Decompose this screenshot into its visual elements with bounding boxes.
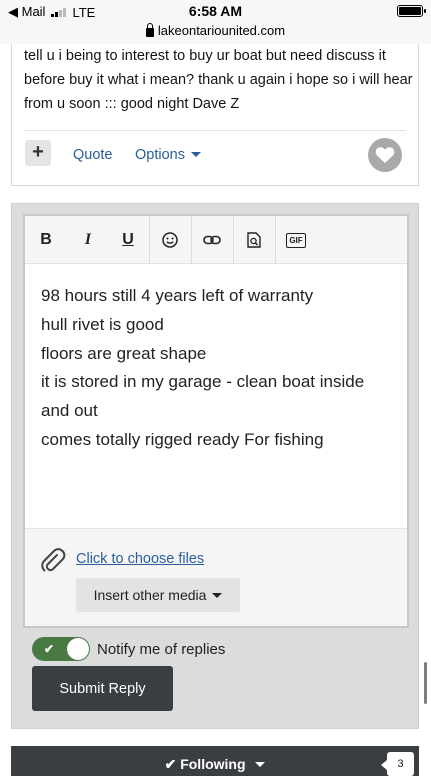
choose-files-link[interactable]: Click to choose files — [76, 551, 204, 567]
post-body: tell u i being to interest to buy ur boa… — [24, 48, 413, 112]
url-text: lakeontariounited.com — [157, 23, 286, 38]
forum-post: tell u i being to interest to buy ur boa… — [11, 44, 419, 186]
toolbar-divider — [149, 216, 150, 264]
like-button[interactable] — [368, 138, 402, 172]
chevron-down-icon — [255, 762, 266, 767]
gif-icon: GIF — [286, 232, 306, 248]
attachment-area: Click to choose files Insert other media — [25, 528, 407, 626]
bold-button[interactable]: B — [35, 216, 57, 264]
submit-reply-button[interactable]: Submit Reply — [32, 666, 173, 711]
following-button[interactable]: ✔ Following — [11, 756, 419, 773]
toggle-knob — [67, 638, 89, 660]
lock-icon — [145, 22, 154, 37]
options-button[interactable]: Options — [135, 147, 201, 163]
preview-icon — [247, 232, 261, 248]
link-button[interactable] — [201, 216, 223, 264]
toolbar-divider — [275, 216, 276, 264]
text-line: hull rivet is good — [41, 314, 164, 334]
options-label: Options — [135, 147, 185, 163]
toolbar-divider — [233, 216, 234, 264]
notify-toggle-row: ✔ Notify me of replies — [32, 637, 225, 661]
multiquote-button[interactable]: + — [25, 140, 51, 166]
smiley-icon — [162, 232, 178, 248]
paperclip-icon — [41, 548, 66, 572]
toolbar-divider — [191, 216, 192, 264]
check-icon: ✔ — [44, 642, 55, 656]
scrollbar[interactable] — [424, 662, 427, 704]
status-bar: ◀ Mail LTE 6:58 AM lakeontariounited.com — [0, 0, 431, 44]
text-line: 98 hours still 4 years left of warranty — [41, 286, 314, 305]
battery-icon — [397, 5, 426, 17]
preview-button[interactable] — [243, 216, 265, 264]
reply-textarea[interactable]: 98 hours still 4 years left of warranty … — [41, 282, 391, 455]
address-bar[interactable]: lakeontariounited.com — [0, 22, 431, 38]
notify-label: Notify me of replies — [97, 640, 226, 658]
italic-button[interactable]: I — [77, 216, 99, 264]
reply-editor: B I U GIF 98 hours still 4 years left of… — [23, 214, 409, 628]
text-line: it is stored in my garage - clean boat i… — [41, 372, 365, 421]
following-bar: ✔ Following 3 — [11, 746, 419, 776]
quote-button[interactable]: Quote — [73, 147, 113, 163]
link-icon — [203, 235, 221, 245]
notify-toggle[interactable]: ✔ — [32, 637, 90, 661]
chevron-down-icon — [212, 592, 223, 598]
heart-icon — [375, 147, 395, 163]
emoji-button[interactable] — [159, 216, 181, 264]
text-line: comes totally rigged ready For fishing — [41, 429, 324, 449]
chevron-down-icon — [190, 152, 201, 157]
following-label: Following — [180, 756, 246, 772]
text-line: floors are great shape — [41, 343, 207, 363]
status-time: 6:58 AM — [188, 3, 243, 19]
underline-button[interactable]: U — [117, 216, 139, 264]
insert-media-label: Insert other media — [93, 587, 207, 603]
quote-label: Quote — [73, 147, 113, 163]
post-divider — [24, 130, 406, 131]
editor-toolbar: B I U GIF — [25, 216, 407, 264]
insert-media-button[interactable]: Insert other media — [76, 578, 240, 612]
follower-count-badge: 3 — [381, 752, 414, 776]
gif-button[interactable]: GIF — [285, 216, 307, 264]
reply-form: B I U GIF 98 hours still 4 years left of… — [11, 203, 419, 729]
check-icon: ✔ — [164, 756, 177, 772]
